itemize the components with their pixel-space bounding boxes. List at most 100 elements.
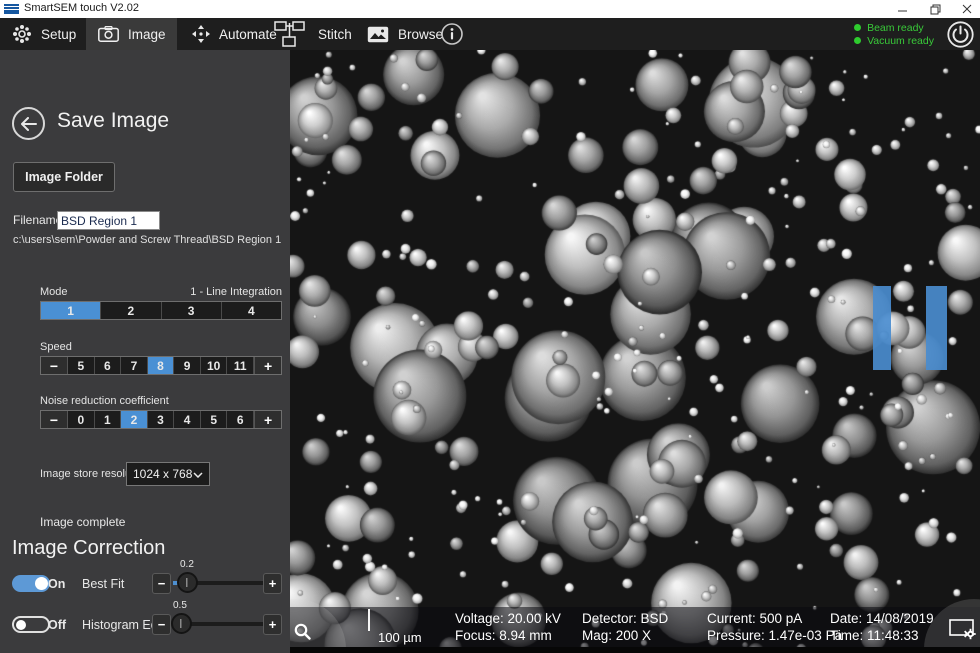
chevron-down-icon — [193, 467, 203, 481]
best-fit-decrement-button[interactable]: − — [152, 573, 171, 594]
tab-stitch[interactable]: Stitch — [262, 18, 364, 50]
tab-label: Image — [128, 27, 166, 42]
noise-option[interactable]: 2 — [121, 411, 148, 428]
tab-label: Setup — [41, 27, 76, 42]
histogram-eq-decrement-button[interactable]: − — [152, 614, 171, 635]
speed-option[interactable]: 9 — [174, 357, 201, 374]
histogram-eq-increment-button[interactable]: + — [263, 614, 282, 635]
resolution-value: 1024 x 768 — [133, 467, 192, 481]
close-button[interactable] — [960, 2, 974, 16]
pressure-readout: Pressure: 1.47e-03 Pa — [707, 627, 842, 644]
current-readout: Current: 500 pA — [707, 610, 842, 627]
mode-option-3[interactable]: 3 — [162, 302, 222, 319]
histogram-eq-value: 0.5 — [173, 600, 187, 611]
voltage-readout: Voltage: 20.00 kV — [455, 610, 561, 627]
picture-icon — [367, 26, 389, 43]
viewport-bottom-strip — [290, 647, 980, 653]
app-window: SmartSEM touch V2.02 Setup — [0, 0, 980, 653]
sem-image-viewport[interactable]: 100 µm Voltage: 20.00 kV Focus: 8.94 mm … — [290, 50, 980, 653]
scale-bar-label: 100 µm — [378, 630, 422, 645]
system-status: Beam ready Vacuum ready — [854, 21, 934, 47]
save-image-panel: Save Image Image Folder Filename: c:\use… — [0, 50, 290, 653]
histogram-eq-slider-thumb[interactable] — [171, 613, 192, 634]
main-nav: Setup Image Automate — [0, 18, 980, 50]
best-fit-slider[interactable] — [173, 581, 265, 585]
app-logo-icon — [4, 4, 19, 14]
image-status-message: Image complete — [40, 515, 125, 529]
tab-setup[interactable]: Setup — [0, 18, 88, 50]
noise-option[interactable]: 1 — [95, 411, 122, 428]
mode-option-2[interactable]: 2 — [101, 302, 161, 319]
date-readout: Date: 14/08/2019 — [830, 610, 934, 627]
display-settings-icon[interactable] — [949, 619, 977, 645]
pause-overlay-bar-left — [873, 286, 891, 370]
histogram-eq-name: Histogram Eq. — [82, 618, 161, 632]
noise-increment-button[interactable]: + — [254, 411, 281, 428]
mode-option-1[interactable]: 1 — [41, 302, 101, 319]
time-readout: Time: 11:48:33 — [830, 627, 934, 644]
best-fit-toggle[interactable] — [12, 575, 50, 592]
vacuum-ready-label: Vacuum ready — [867, 35, 934, 47]
noise-option[interactable]: 6 — [227, 411, 254, 428]
noise-option[interactable]: 4 — [174, 411, 201, 428]
speed-option[interactable]: 5 — [68, 357, 95, 374]
tab-label: Stitch — [318, 27, 352, 42]
magnifier-icon[interactable] — [294, 623, 311, 645]
minimize-button[interactable] — [896, 2, 910, 16]
speed-increment-button[interactable]: + — [254, 357, 281, 374]
data-zone-bar: 100 µm Voltage: 20.00 kV Focus: 8.94 mm … — [290, 607, 980, 647]
speed-option[interactable]: 11 — [227, 357, 254, 374]
mag-readout: Mag: 200 X — [582, 627, 668, 644]
stitch-icon — [274, 21, 305, 47]
best-fit-value: 0.2 — [180, 559, 194, 570]
speed-label: Speed — [40, 341, 72, 353]
mode-selector: 1 2 3 4 — [40, 301, 282, 320]
best-fit-name: Best Fit — [82, 577, 124, 591]
noise-decrement-button[interactable]: − — [41, 411, 68, 428]
power-button[interactable] — [947, 21, 974, 48]
best-fit-increment-button[interactable]: + — [263, 573, 282, 594]
title-bar: SmartSEM touch V2.02 — [0, 0, 980, 18]
noise-option[interactable]: 5 — [201, 411, 228, 428]
histogram-eq-toggle[interactable] — [12, 616, 50, 633]
mode-option-4[interactable]: 4 — [222, 302, 281, 319]
tab-image[interactable]: Image — [86, 18, 177, 50]
image-folder-button[interactable]: Image Folder — [13, 162, 115, 192]
move-arrows-icon — [192, 25, 210, 43]
speed-option[interactable]: 7 — [121, 357, 148, 374]
restore-button[interactable] — [928, 2, 942, 16]
page-title: Save Image — [57, 109, 169, 133]
histogram-eq-slider[interactable] — [173, 622, 265, 626]
pause-overlay-bar-right — [926, 286, 947, 370]
camera-icon — [98, 26, 119, 42]
noise-reduction-label: Noise reduction coefficient — [40, 395, 169, 407]
detector-readout: Detector: BSD — [582, 610, 668, 627]
mode-description: 1 - Line Integration — [190, 286, 282, 298]
info-icon[interactable] — [441, 23, 463, 45]
speed-option[interactable]: 10 — [201, 357, 228, 374]
mode-label: Mode — [40, 286, 68, 298]
vacuum-ready-indicator — [854, 37, 861, 44]
noise-option[interactable]: 3 — [148, 411, 175, 428]
tab-browse[interactable]: Browse — [355, 18, 455, 50]
noise-reduction-selector: − 0 1 2 3 4 5 6 + — [40, 410, 282, 429]
tab-label: Browse — [398, 27, 443, 42]
histogram-eq-toggle-label: Off — [48, 618, 66, 632]
speed-selector: − 5 6 7 8 9 10 11 + — [40, 356, 282, 375]
best-fit-slider-thumb[interactable] — [177, 572, 198, 593]
gear-icon — [12, 24, 32, 44]
back-button[interactable] — [12, 107, 45, 140]
filename-input[interactable] — [57, 211, 160, 230]
beam-ready-label: Beam ready — [867, 22, 924, 34]
image-correction-title: Image Correction — [12, 537, 165, 560]
scale-bar — [368, 609, 370, 631]
noise-option[interactable]: 0 — [68, 411, 95, 428]
speed-option[interactable]: 8 — [148, 357, 175, 374]
best-fit-toggle-label: On — [48, 577, 65, 591]
save-path: c:\users\sem\Powder and Screw Thread\BSD… — [13, 234, 281, 246]
speed-option[interactable]: 6 — [95, 357, 122, 374]
resolution-dropdown[interactable]: 1024 x 768 — [126, 462, 210, 486]
focus-readout: Focus: 8.94 mm — [455, 627, 561, 644]
beam-ready-indicator — [854, 24, 861, 31]
speed-decrement-button[interactable]: − — [41, 357, 68, 374]
